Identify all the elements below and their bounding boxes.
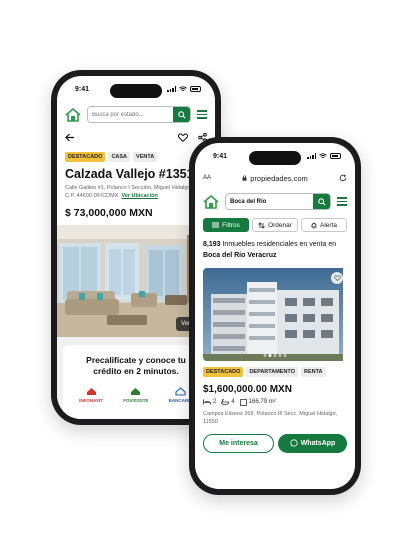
- signal-icon: [167, 86, 176, 92]
- tag-operation: VENTA: [133, 152, 158, 162]
- sort-button[interactable]: Ordenar: [252, 218, 298, 232]
- battery-icon: [330, 153, 341, 159]
- status-icons: [167, 86, 201, 92]
- house-logo-icon[interactable]: [203, 194, 219, 209]
- fovissste-label: FOVISSSTE: [123, 398, 149, 404]
- building-image: [203, 267, 343, 361]
- heart-icon: [333, 274, 341, 281]
- filters-label: Filtros: [222, 221, 240, 229]
- interest-button[interactable]: Me interesa: [203, 433, 274, 453]
- sort-label: Ordenar: [268, 221, 292, 229]
- search-bar: [87, 106, 191, 123]
- address-line1: Calle Galileo #1, Polanco I Sección, Mig…: [65, 185, 192, 191]
- battery-icon: [190, 86, 201, 92]
- tag-type: DEPARTAMENTO: [246, 366, 298, 377]
- wifi-icon: [319, 153, 327, 158]
- search-button[interactable]: [313, 194, 330, 209]
- search-input[interactable]: [88, 107, 173, 122]
- bedrooms-feature: 2: [203, 399, 216, 405]
- status-time: 9:41: [213, 152, 228, 160]
- browser-url-bar[interactable]: AA propiedades.com: [195, 169, 355, 187]
- url-display[interactable]: propiedades.com: [215, 174, 335, 183]
- carousel-dot[interactable]: [278, 353, 282, 357]
- filter-bar: Filtros Ordenar Alerta: [195, 214, 355, 232]
- status-icons: [307, 153, 341, 159]
- bathrooms-count: 4: [231, 399, 235, 406]
- credit-options: INFONAVIT FOVISSSTE BANCARIO: [69, 387, 203, 403]
- address-line2: C.P. 44600 DF/CDMX: [65, 192, 119, 199]
- carousel-dot[interactable]: [283, 353, 287, 357]
- tag-featured: DESTACADO: [203, 366, 244, 377]
- infonavit-option[interactable]: INFONAVIT: [79, 387, 103, 403]
- filter-icon: [212, 222, 220, 228]
- listing-features: 2 4 166.79 m²: [195, 395, 355, 406]
- results-summary: 8,193 Inmuebles residenciales en venta e…: [195, 232, 355, 262]
- results-location: Boca del Río Veracruz: [203, 251, 277, 259]
- credit-title: Precalifícate y conoce tu crédito en 2 m…: [86, 354, 186, 376]
- bell-icon: [311, 222, 317, 229]
- detail-actions: [57, 127, 215, 146]
- bedrooms-count: 2: [213, 399, 217, 406]
- tag-featured: DESTACADO: [65, 152, 106, 162]
- text-size-button[interactable]: AA: [203, 175, 211, 181]
- status-time: 9:41: [75, 85, 90, 93]
- filters-button[interactable]: Filtros: [203, 218, 249, 232]
- alert-label: Alerta: [320, 221, 337, 229]
- bath-icon: [221, 399, 230, 406]
- wifi-icon: [179, 86, 187, 91]
- whatsapp-label: WhatsApp: [300, 439, 336, 447]
- tag-operation: RENTA: [300, 366, 326, 377]
- carousel-dot[interactable]: [273, 353, 277, 357]
- carousel-dot[interactable]: [263, 353, 267, 357]
- fovissste-icon: [131, 388, 141, 396]
- bathrooms-feature: 4: [221, 399, 235, 406]
- credit-card: Precalifícate y conoce tu crédito en 2 m…: [63, 344, 209, 419]
- sort-icon: [258, 221, 265, 229]
- heart-icon[interactable]: [178, 133, 188, 142]
- phone-search-results: 9:41 AA propiedades.com Boca del Río Fil…: [189, 137, 361, 495]
- listing-ctas: Me interesa WhatsApp: [195, 427, 355, 453]
- site-header: Boca del Río: [195, 189, 355, 214]
- listing-price: $1,600,000.00 MXN: [203, 383, 292, 395]
- alert-button[interactable]: Alerta: [301, 218, 347, 232]
- interest-label: Me interesa: [219, 439, 258, 447]
- area-icon: [239, 398, 247, 406]
- dynamic-island: [110, 84, 162, 98]
- site-header: [57, 102, 215, 127]
- phone2-screen: 9:41 AA propiedades.com Boca del Río Fil…: [195, 143, 355, 489]
- whatsapp-icon: [290, 439, 298, 447]
- reload-icon[interactable]: [339, 174, 347, 182]
- infonavit-label: INFONAVIT: [79, 398, 104, 404]
- carousel-dot[interactable]: [268, 353, 272, 357]
- search-bar: Boca del Río: [225, 193, 331, 210]
- menu-icon[interactable]: [197, 110, 207, 119]
- lock-icon: [242, 175, 247, 181]
- bed-icon: [203, 399, 211, 405]
- carousel-dots: [263, 353, 287, 357]
- signal-icon: [307, 153, 316, 159]
- dynamic-island: [249, 151, 301, 165]
- infonavit-icon: [86, 388, 96, 396]
- listing-address: Campos Eliseos 369, Polanco III Secc, Mi…: [203, 410, 338, 425]
- search-input[interactable]: Boca del Río: [226, 194, 313, 209]
- area-feature: 166.79 m²: [239, 398, 276, 406]
- tag-type: CASA: [108, 152, 131, 162]
- results-text: Inmuebles residenciales en venta en: [220, 241, 337, 248]
- area-value: 166.79 m²: [248, 399, 276, 406]
- menu-icon[interactable]: [337, 197, 347, 206]
- house-logo-icon[interactable]: [65, 107, 81, 122]
- fovissste-option[interactable]: FOVISSSTE: [123, 387, 148, 403]
- search-button[interactable]: [173, 107, 190, 122]
- search-icon: [317, 197, 326, 206]
- listing-tags: DESTACADO DEPARTAMENTO RENTA: [195, 361, 355, 377]
- whatsapp-button[interactable]: WhatsApp: [278, 433, 347, 453]
- listing-photo[interactable]: [203, 267, 347, 361]
- view-location-link[interactable]: Ver Ubicación: [121, 193, 157, 199]
- favorite-button[interactable]: [331, 271, 343, 284]
- search-icon: [177, 110, 186, 119]
- results-count: 8,193: [203, 241, 221, 248]
- back-arrow-icon[interactable]: [65, 133, 75, 142]
- bank-icon: [175, 387, 186, 396]
- url-text: propiedades.com: [250, 173, 308, 183]
